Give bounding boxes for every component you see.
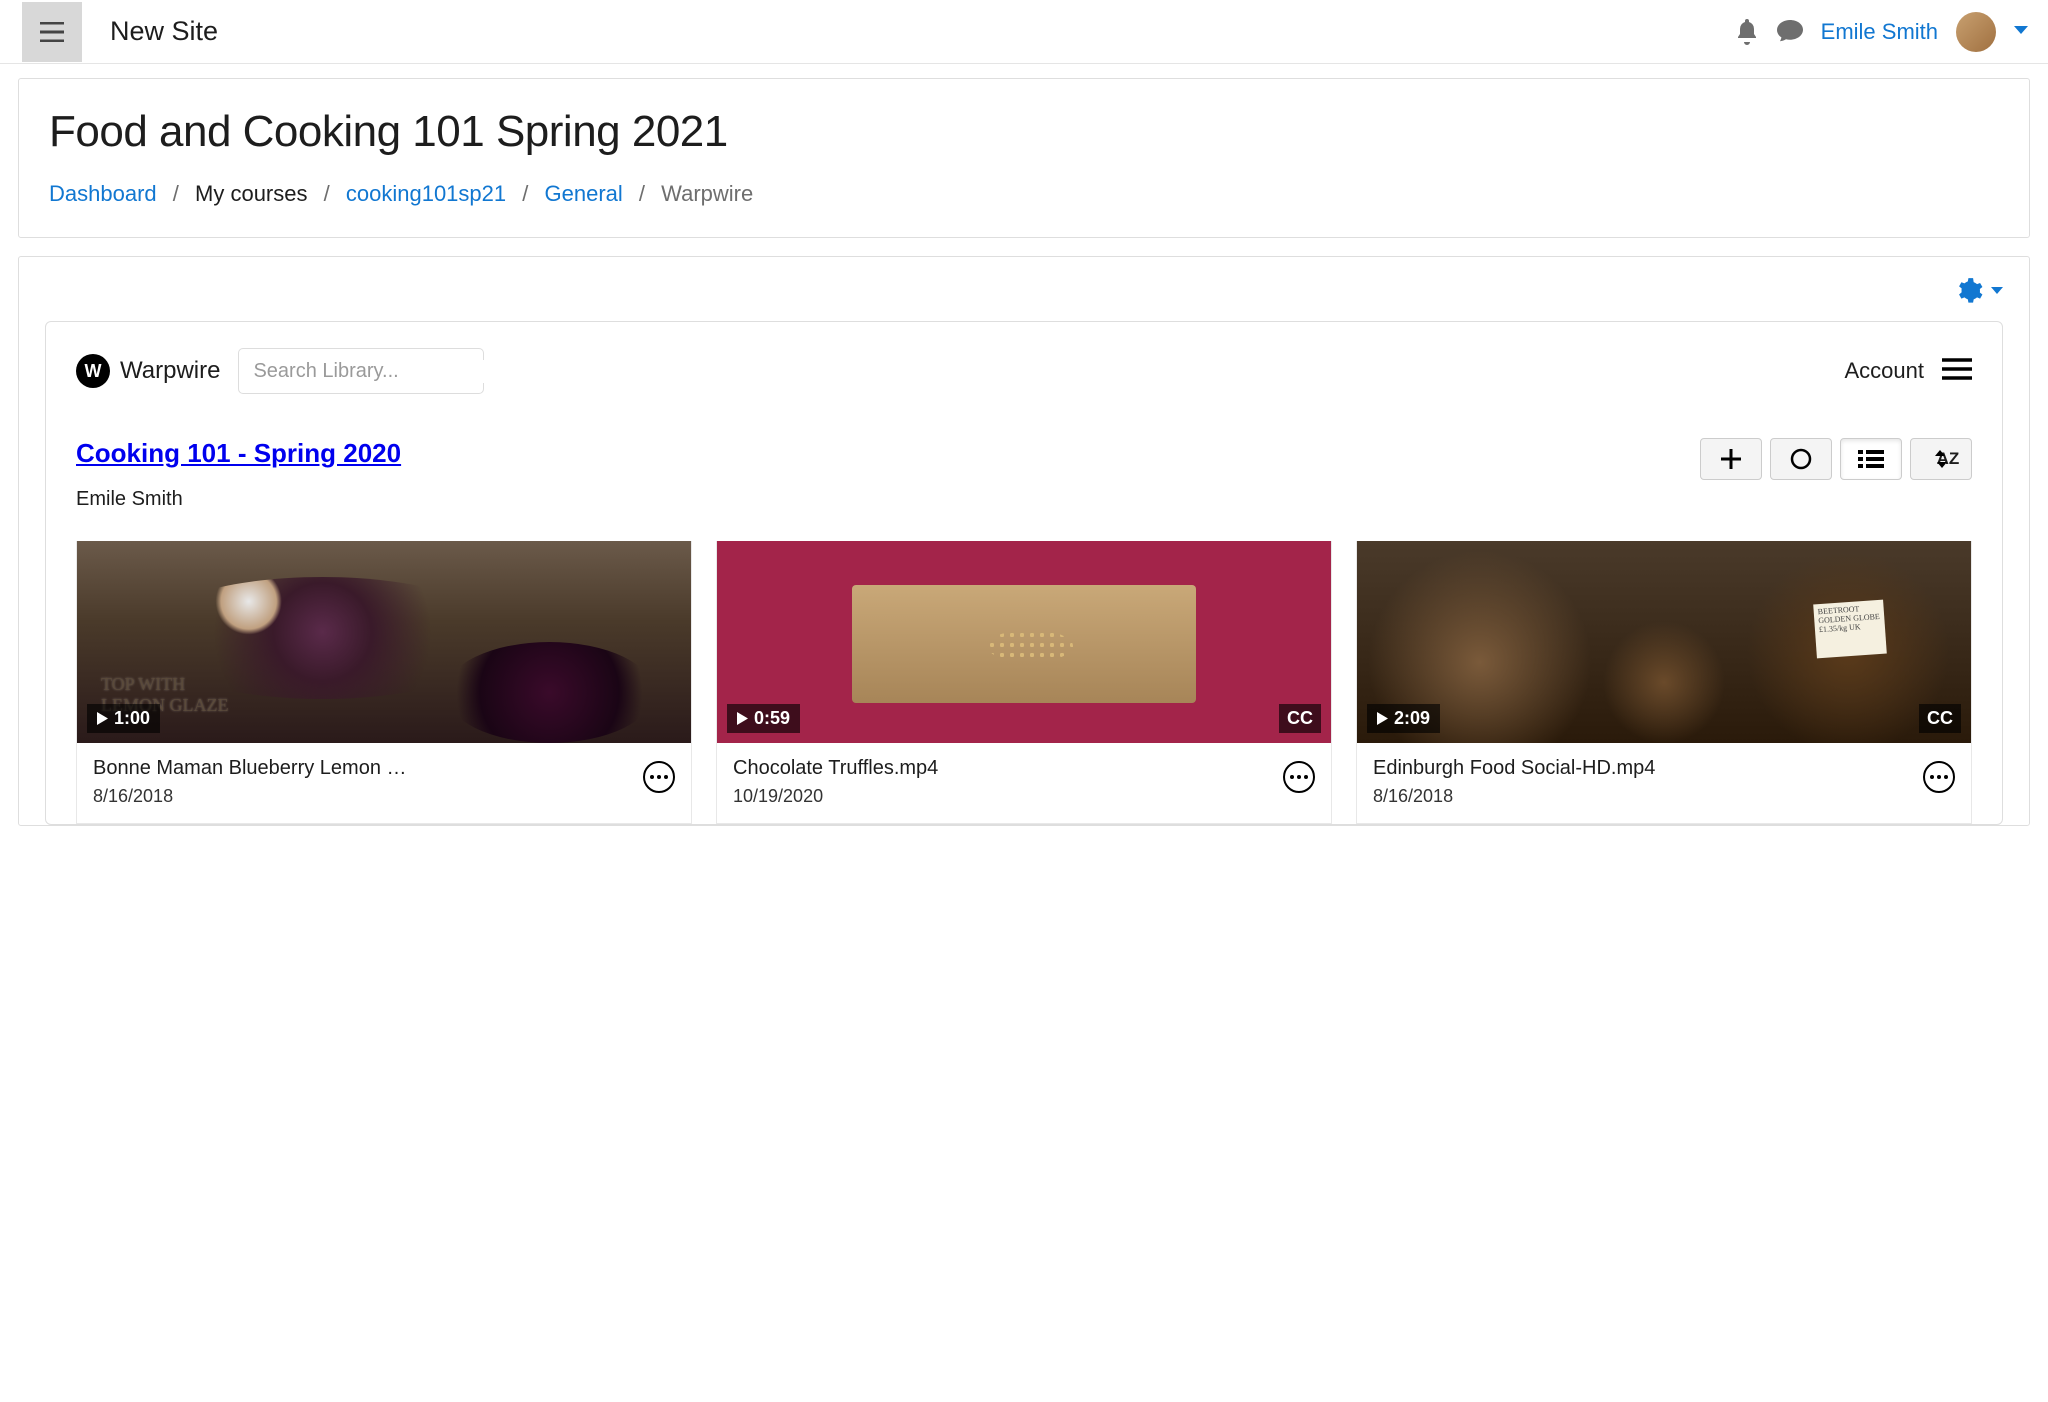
content-card: W Warpwire Account Cooking 101 - Spring … bbox=[18, 256, 2030, 826]
cc-badge: CC bbox=[1279, 704, 1321, 733]
breadcrumb-current: Warpwire bbox=[661, 181, 753, 206]
video-card[interactable]: BEETROOT GOLDEN GLOBE £1.35/kg UK 2:09 C… bbox=[1356, 541, 1972, 824]
breadcrumb-dashboard[interactable]: Dashboard bbox=[49, 181, 157, 206]
add-button[interactable] bbox=[1700, 438, 1762, 480]
warpwire-header: W Warpwire Account bbox=[76, 348, 1972, 394]
caret-down-icon bbox=[2014, 26, 2028, 36]
play-icon bbox=[737, 712, 748, 725]
breadcrumb-course[interactable]: cooking101sp21 bbox=[346, 181, 506, 206]
plus-icon bbox=[1720, 448, 1742, 470]
hamburger-icon bbox=[40, 22, 64, 42]
breadcrumb-sep: / bbox=[639, 181, 645, 206]
topbar-right: Emile Smith bbox=[1735, 12, 2028, 52]
duration-badge: 2:09 bbox=[1367, 704, 1440, 733]
list-icon bbox=[1858, 450, 1884, 468]
course-header-card: Food and Cooking 101 Spring 2021 Dashboa… bbox=[18, 78, 2030, 238]
toolbar: AZ bbox=[1700, 438, 1972, 480]
site-title[interactable]: New Site bbox=[110, 16, 218, 47]
more-icon bbox=[1930, 775, 1948, 779]
video-thumbnail[interactable]: TOP WITH LEMON GLAZE 1:00 bbox=[77, 541, 691, 743]
breadcrumb-my-courses: My courses bbox=[195, 181, 307, 206]
video-more-button[interactable] bbox=[643, 761, 675, 793]
video-date: 10/19/2020 bbox=[733, 786, 1273, 807]
gear-icon bbox=[1955, 277, 1983, 305]
settings-menu-button[interactable] bbox=[1955, 277, 2003, 305]
video-title: Bonne Maman Blueberry Lemon … bbox=[93, 757, 633, 780]
topbar: New Site Emile Smith bbox=[0, 0, 2048, 64]
warpwire-menu-button[interactable] bbox=[1942, 358, 1972, 385]
video-more-button[interactable] bbox=[1283, 761, 1315, 793]
video-title: Chocolate Truffles.mp4 bbox=[733, 757, 1273, 780]
duration-badge: 0:59 bbox=[727, 704, 800, 733]
hamburger-button[interactable] bbox=[22, 2, 82, 62]
warpwire-panel: W Warpwire Account Cooking 101 - Spring … bbox=[45, 321, 2003, 825]
warpwire-brand-text: Warpwire bbox=[120, 357, 220, 385]
library-owner: Emile Smith bbox=[76, 488, 1972, 511]
avatar[interactable] bbox=[1956, 12, 1996, 52]
video-card[interactable]: TOP WITH LEMON GLAZE 1:00 Bonne Maman Bl… bbox=[76, 541, 692, 824]
play-icon bbox=[1377, 712, 1388, 725]
circle-icon bbox=[1789, 447, 1813, 471]
video-thumbnail[interactable]: 0:59 CC bbox=[717, 541, 1331, 743]
more-icon bbox=[1290, 775, 1308, 779]
warpwire-logo[interactable]: W Warpwire bbox=[76, 354, 220, 388]
search-input[interactable] bbox=[253, 360, 518, 383]
video-title: Edinburgh Food Social-HD.mp4 bbox=[1373, 757, 1913, 780]
caret-up-icon bbox=[1935, 450, 1945, 456]
notifications-button[interactable] bbox=[1735, 19, 1759, 45]
breadcrumb-sep: / bbox=[324, 181, 330, 206]
breadcrumb: Dashboard / My courses / cooking101sp21 … bbox=[49, 181, 1999, 207]
more-icon bbox=[650, 775, 668, 779]
video-thumbnail[interactable]: BEETROOT GOLDEN GLOBE £1.35/kg UK 2:09 C… bbox=[1357, 541, 1971, 743]
video-date: 8/16/2018 bbox=[93, 786, 633, 807]
video-grid: TOP WITH LEMON GLAZE 1:00 Bonne Maman Bl… bbox=[76, 541, 1972, 824]
hamburger-icon bbox=[1942, 358, 1972, 380]
duration-badge: 1:00 bbox=[87, 704, 160, 733]
record-button[interactable] bbox=[1770, 438, 1832, 480]
search-input-wrapper[interactable] bbox=[238, 348, 484, 394]
chat-icon bbox=[1777, 20, 1803, 44]
breadcrumb-sep: / bbox=[173, 181, 179, 206]
sort-button[interactable]: AZ bbox=[1910, 438, 1972, 480]
library-title-link[interactable]: Cooking 101 - Spring 2020 bbox=[76, 438, 401, 468]
caret-down-icon bbox=[1991, 287, 2003, 295]
video-card[interactable]: 0:59 CC Chocolate Truffles.mp4 10/19/202… bbox=[716, 541, 1332, 824]
caret-down-icon bbox=[1937, 462, 1947, 468]
page-title: Food and Cooking 101 Spring 2021 bbox=[49, 107, 1999, 157]
list-view-button[interactable] bbox=[1840, 438, 1902, 480]
breadcrumb-section[interactable]: General bbox=[545, 181, 623, 206]
messages-button[interactable] bbox=[1777, 20, 1803, 44]
user-name-link[interactable]: Emile Smith bbox=[1821, 19, 1938, 45]
price-tag: BEETROOT GOLDEN GLOBE £1.35/kg UK bbox=[1813, 599, 1887, 658]
bell-icon bbox=[1735, 19, 1759, 45]
play-icon bbox=[97, 712, 108, 725]
video-date: 8/16/2018 bbox=[1373, 786, 1913, 807]
cc-badge: CC bbox=[1919, 704, 1961, 733]
breadcrumb-sep: / bbox=[522, 181, 528, 206]
user-menu-caret[interactable] bbox=[2014, 23, 2028, 41]
video-more-button[interactable] bbox=[1923, 761, 1955, 793]
account-link[interactable]: Account bbox=[1845, 358, 1925, 384]
warpwire-logo-icon: W bbox=[76, 354, 110, 388]
